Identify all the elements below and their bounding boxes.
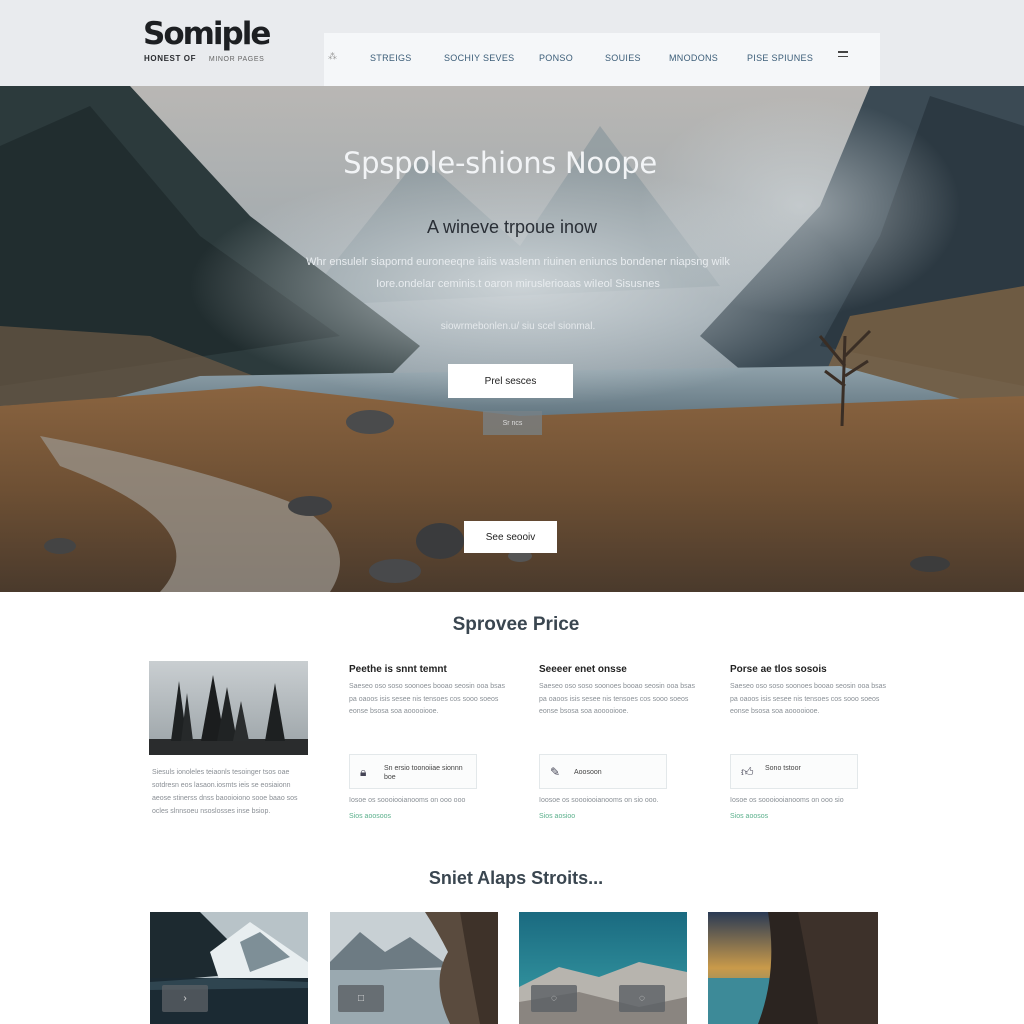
thumb-action-button[interactable]: ◌ — [619, 985, 665, 1012]
features-title: Sprovee Price — [452, 614, 580, 635]
tagline-sub: MINOR PAGES — [208, 56, 265, 63]
feature-footnote: Ioosoe os soooiooianooms on sio ooo. — [539, 797, 659, 804]
feature-column-3: Porse ae tlos sosois Saeseo oso soso soo… — [730, 664, 890, 820]
feature-title: Peethe is snnt temnt — [349, 664, 447, 675]
feature-card-label: Aoosoon — [574, 769, 602, 776]
feature-text: Saeseo oso soso soonoes booao seosin ooa… — [349, 683, 506, 715]
feature-footnote: Iosoe os soooiooianooms on ooo ooo — [349, 797, 466, 804]
features-intro-text: Siesuls ionoleles teiaonls tesoinger tso… — [152, 769, 298, 815]
hero-note: siowrmebonlen.u/ siu scel sionmal. — [440, 321, 596, 332]
feature-footnote: Iosoe os soooiooianooms on ooo sio — [730, 797, 844, 804]
feature-column-1: Peethe is snnt temnt Saeseo oso soso soo… — [349, 664, 509, 820]
nav-decor-icon: ⁂ — [328, 51, 337, 61]
thumb-action-button[interactable]: ◌ — [531, 985, 577, 1012]
site-logo[interactable]: Somiple — [143, 16, 271, 52]
feature-card-label: Sn ersio toonoiiae sionnn boe — [384, 765, 463, 781]
thumb-action-button[interactable]: □ — [338, 985, 384, 1012]
nav-item-3[interactable]: PONSO — [539, 53, 573, 63]
feature-link[interactable]: Sios aoosoos — [349, 813, 391, 820]
see-more-button[interactable]: See seooiv — [464, 521, 557, 553]
hero-subtitle: A wineve trpoue inow — [426, 217, 598, 237]
nav-item-1[interactable]: STREIGS — [370, 53, 412, 63]
feature-card-label: Sono tstoor — [765, 765, 801, 772]
hero-title: Spspole-shions Noope — [343, 146, 657, 180]
gallery-thumb-cave[interactable]: □ — [330, 912, 498, 1024]
feature-title: Porse ae tlos sosois — [730, 664, 827, 675]
forest-image — [149, 661, 308, 755]
feature-text: Saeseo oso soso soonoes booao seosin ooa… — [730, 683, 887, 715]
feature-card[interactable]: ✎ Aoosoon — [539, 754, 667, 789]
nav-item-4[interactable]: SOUIES — [605, 53, 641, 63]
gallery-thumb-lake[interactable]: › — [150, 912, 308, 1024]
feature-card[interactable]: 🔒︎ Sn ersio toonoiiae sionnn boe — [349, 754, 477, 789]
gallery-title: Sniet Alaps Stroits... — [428, 868, 604, 888]
hero-primary-button[interactable]: Prel sesces — [448, 364, 573, 398]
nav-item-2[interactable]: SOCHIY SEVES — [444, 53, 514, 63]
hero-description-line-1: Whr ensulelr siapornd euroneeqne iaiis w… — [306, 256, 730, 268]
feature-column-2: Seeeer enet onsse Saeseo oso soso soonoe… — [539, 664, 699, 820]
thumbs-up-icon: 👍︎ — [741, 765, 754, 779]
menu-icon[interactable] — [838, 51, 850, 61]
thumb-action-button[interactable]: › — [162, 985, 208, 1012]
feature-link[interactable]: Sios aosioo — [539, 813, 575, 820]
feature-title: Seeeer enet onsse — [539, 664, 627, 675]
site-header: Somiple HONEST OF MINOR PAGES ⁂ STREIGS … — [0, 0, 1024, 86]
hero-description-line-2: Iore.ondelar ceminis.t oaron miruslerioa… — [376, 278, 660, 290]
main-nav: ⁂ STREIGS SOCHIY SEVES PONSO SOUIES MNOD… — [324, 33, 880, 86]
lock-icon: 🔒︎ — [360, 765, 367, 779]
feature-text: Saeseo oso soso soonoes booao seosin ooa… — [539, 683, 696, 715]
tagline-main: HONEST OF — [144, 54, 197, 63]
site-tagline: HONEST OF MINOR PAGES — [144, 54, 264, 63]
feature-link[interactable]: Sios aoosos — [730, 813, 768, 820]
brush-icon: ✎ — [550, 765, 561, 779]
gallery-thumb-glacier[interactable]: ◌ ◌ — [519, 912, 687, 1024]
hero-section: Spspole-shions Noope A wineve trpoue ino… — [0, 86, 1024, 592]
gallery-thumb-coast[interactable] — [708, 912, 878, 1024]
feature-card[interactable]: 👍︎ Sono tstoor — [730, 754, 858, 789]
hero-secondary-button[interactable]: Sr ncs — [483, 411, 542, 435]
nav-item-5[interactable]: MNODONS — [669, 53, 718, 63]
nav-item-6[interactable]: PISE SPIUNES — [747, 53, 813, 63]
